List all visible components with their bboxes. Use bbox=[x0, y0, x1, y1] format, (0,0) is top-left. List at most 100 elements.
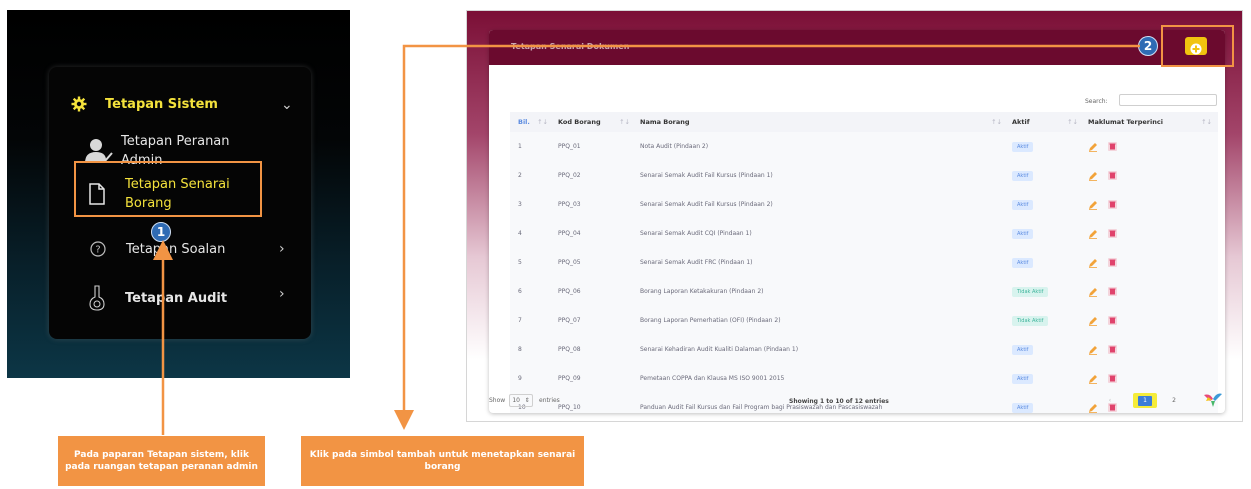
sidebar-item-label: Tetapan Peranan bbox=[121, 134, 230, 149]
chevron-right-icon[interactable]: › bbox=[279, 241, 285, 257]
cell-bil: 5 bbox=[518, 259, 522, 266]
delete-button[interactable] bbox=[1108, 345, 1117, 354]
sidebar-item-label: Tetapan Soalan bbox=[126, 241, 226, 257]
app-window: Tetapan Senarai Dokumen Search: Bil. ↑↓ K… bbox=[466, 10, 1243, 422]
cell-nama-borang: Senarai Semak Audit Fail Kursus (Pindaan… bbox=[640, 201, 773, 208]
status-badge: Aktif bbox=[1012, 257, 1034, 268]
entries-select[interactable]: 10 ⇕ bbox=[509, 394, 533, 407]
table-row: 3 PPQ_03 Senarai Semak Audit Fail Kursus (… bbox=[510, 190, 1218, 219]
edit-button[interactable] bbox=[1088, 345, 1098, 355]
table-row: 6 PPQ_06 Borang Laporan Ketakakuran (Pinda… bbox=[510, 277, 1218, 306]
table-row: 9 PPQ_09 Pemetaan COPPA dan Klausa MS ISO … bbox=[510, 364, 1218, 393]
cell-bil: 8 bbox=[518, 346, 522, 353]
step-2-marker: 2 bbox=[1138, 36, 1158, 56]
cell-maklumat bbox=[1084, 345, 1218, 355]
edit-button[interactable] bbox=[1088, 142, 1098, 152]
trash-icon bbox=[1109, 143, 1116, 150]
edit-button[interactable] bbox=[1088, 258, 1098, 268]
brand-logo-icon bbox=[1203, 392, 1223, 408]
sidebar-item-tetapan-sistem[interactable]: Tetapan Sistem bbox=[71, 96, 218, 112]
edit-button[interactable] bbox=[1088, 229, 1098, 239]
document-table: Bil. ↑↓ Kod Borang ↑↓ Nama Borang ↑↓ Aktif ↑… bbox=[510, 112, 1218, 413]
edit-button[interactable] bbox=[1088, 316, 1098, 326]
audit-icon bbox=[89, 285, 105, 311]
cell-bil: 6 bbox=[518, 288, 522, 295]
card-title: Tetapan Senarai Dokumen bbox=[511, 42, 630, 51]
status-badge: Tidak Aktif bbox=[1012, 315, 1049, 326]
search-label: Search: bbox=[1085, 98, 1108, 105]
pagination-prev[interactable]: ‹ bbox=[1101, 394, 1119, 407]
delete-button[interactable] bbox=[1108, 229, 1117, 238]
pencil-icon bbox=[1088, 171, 1098, 181]
delete-button[interactable] bbox=[1108, 171, 1117, 180]
sort-icon: ↑↓ bbox=[537, 118, 548, 126]
column-header-bil[interactable]: Bil. ↑↓ bbox=[510, 118, 554, 126]
table-body: 1 PPQ_01 Nota Audit (Pindaan 2) Aktif 2 PPQ_0… bbox=[510, 132, 1218, 413]
table-row: 1 PPQ_01 Nota Audit (Pindaan 2) Aktif bbox=[510, 132, 1218, 161]
trash-icon bbox=[1109, 375, 1116, 382]
table-row: 7 PPQ_07 Borang Laporan Pemerhatian (OFI) … bbox=[510, 306, 1218, 335]
callout-step-1: Pada paparan Tetapan sistem, klik pada r… bbox=[58, 436, 265, 486]
cell-kod-borang: PPQ_02 bbox=[558, 172, 581, 179]
delete-button[interactable] bbox=[1108, 200, 1117, 209]
status-badge: Tidak Aktif bbox=[1012, 286, 1049, 297]
search-input[interactable] bbox=[1119, 94, 1217, 106]
pagination-page-1[interactable]: 1 bbox=[1133, 393, 1157, 408]
cell-bil: 7 bbox=[518, 317, 522, 324]
pagination-page-2[interactable]: 2 bbox=[1165, 394, 1183, 407]
cell-bil: 3 bbox=[518, 201, 522, 208]
chevron-right-icon[interactable]: › bbox=[279, 286, 285, 302]
cell-nama-borang: Senarai Semak Audit Fail Kursus (Pindaan… bbox=[640, 172, 773, 179]
column-header-kod-borang[interactable]: Kod Borang ↑↓ bbox=[554, 118, 636, 126]
cell-aktif: Aktif bbox=[1008, 170, 1084, 181]
delete-button[interactable] bbox=[1108, 374, 1117, 383]
delete-button[interactable] bbox=[1108, 142, 1117, 151]
status-badge: Aktif bbox=[1012, 373, 1034, 384]
cell-kod-borang: PPQ_05 bbox=[558, 259, 581, 266]
cell-maklumat bbox=[1084, 142, 1218, 152]
cell-nama-borang: Borang Laporan Ketakakuran (Pindaan 2) bbox=[640, 288, 764, 295]
delete-button[interactable] bbox=[1108, 316, 1117, 325]
cell-nama-borang: Nota Audit (Pindaan 2) bbox=[640, 143, 709, 150]
edit-button[interactable] bbox=[1088, 171, 1098, 181]
sort-icon: ↑↓ bbox=[991, 118, 1002, 126]
status-badge: Aktif bbox=[1012, 344, 1034, 355]
pencil-icon bbox=[1088, 258, 1098, 268]
trash-icon bbox=[1109, 346, 1116, 353]
sidebar-item-tetapan-soalan[interactable]: ? Tetapan Soalan bbox=[90, 241, 225, 257]
table-header-row: Bil. ↑↓ Kod Borang ↑↓ Nama Borang ↑↓ Aktif ↑… bbox=[510, 112, 1218, 132]
trash-icon bbox=[1109, 172, 1116, 179]
cell-maklumat bbox=[1084, 200, 1218, 210]
edit-button[interactable] bbox=[1088, 200, 1098, 210]
edit-button[interactable] bbox=[1088, 374, 1098, 384]
pencil-icon bbox=[1088, 345, 1098, 355]
cell-kod-borang: PPQ_01 bbox=[558, 143, 581, 150]
column-header-aktif[interactable]: Aktif ↑↓ bbox=[1008, 118, 1084, 126]
cell-maklumat bbox=[1084, 171, 1218, 181]
column-header-maklumat[interactable]: Maklumat Terperinci ↑↓ bbox=[1084, 118, 1218, 126]
sort-icon: ↑↓ bbox=[1067, 118, 1078, 126]
cell-kod-borang: PPQ_08 bbox=[558, 346, 581, 353]
showing-info: Showing 1 to 10 of 12 entries bbox=[789, 398, 889, 405]
cell-kod-borang: PPQ_09 bbox=[558, 375, 581, 382]
cell-kod-borang: PPQ_04 bbox=[558, 230, 581, 237]
delete-button[interactable] bbox=[1108, 258, 1117, 267]
cell-nama-borang: Borang Laporan Pemerhatian (OFI) (Pindaa… bbox=[640, 317, 781, 324]
cell-aktif: Aktif bbox=[1008, 257, 1084, 268]
sort-icon: ↑↓ bbox=[1201, 118, 1212, 126]
trash-icon bbox=[1109, 288, 1116, 295]
cell-nama-borang: Senarai Semak Audit FRC (Pindaan 1) bbox=[640, 259, 753, 266]
chevron-down-icon[interactable]: ⌄ bbox=[281, 97, 293, 113]
cell-aktif: Tidak Aktif bbox=[1008, 286, 1084, 297]
edit-button[interactable] bbox=[1088, 287, 1098, 297]
trash-icon bbox=[1109, 201, 1116, 208]
cell-aktif: Aktif bbox=[1008, 373, 1084, 384]
delete-button[interactable] bbox=[1108, 287, 1117, 296]
callout-step-2: Klik pada simbol tambah untuk menetapkan… bbox=[301, 436, 584, 486]
sidebar-item-tetapan-audit[interactable]: Tetapan Audit bbox=[89, 285, 227, 311]
entries-label: entries bbox=[539, 397, 560, 404]
column-header-nama-borang[interactable]: Nama Borang ↑↓ bbox=[636, 118, 1008, 126]
pencil-icon bbox=[1088, 200, 1098, 210]
pencil-icon bbox=[1088, 229, 1098, 239]
cell-aktif: Tidak Aktif bbox=[1008, 315, 1084, 326]
